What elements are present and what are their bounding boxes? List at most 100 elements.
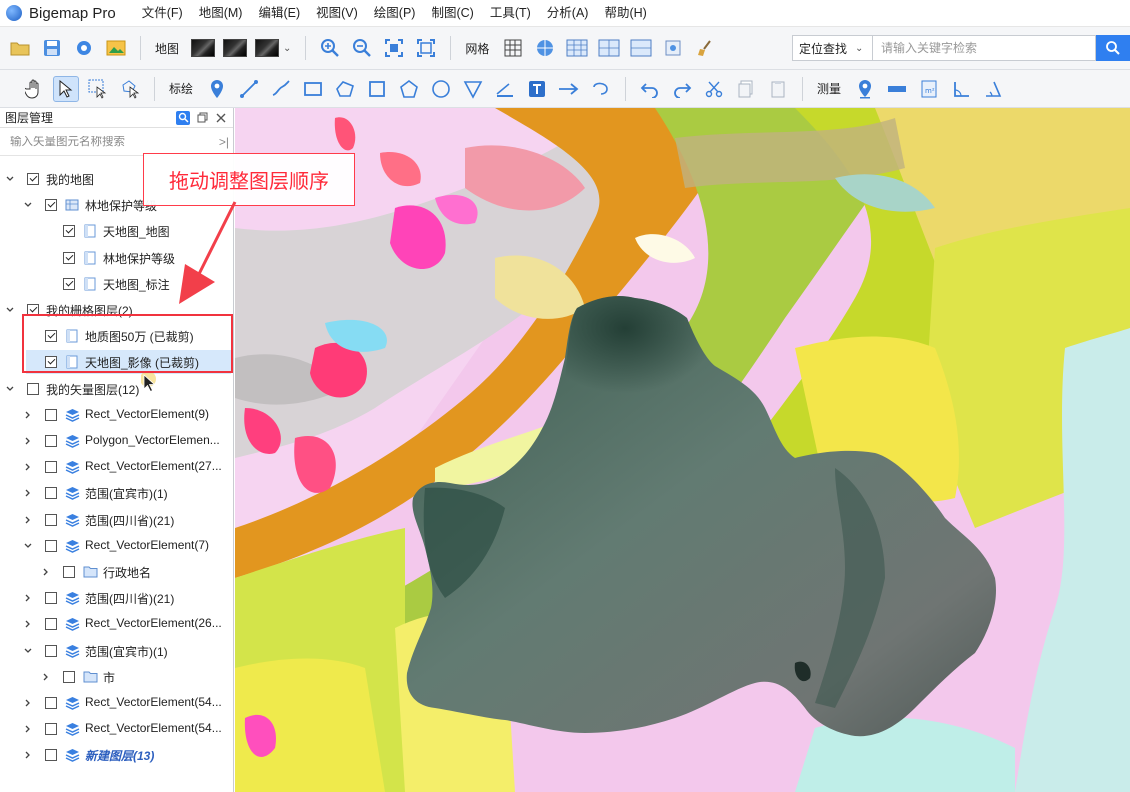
search-mode-dropdown[interactable]: 定位查找 ⌄ [793,36,873,60]
map-source-dropdown[interactable]: ⌄ [283,43,291,54]
pentagon-tool-button[interactable] [396,76,422,102]
clear-button[interactable] [692,35,718,61]
measure-angle-button[interactable] [948,76,974,102]
chevron-right-icon[interactable] [23,488,33,498]
map-source-1-button[interactable] [190,35,216,61]
layer-visibility-checkbox[interactable] [45,461,57,474]
rectangle-tool-button[interactable] [300,76,326,102]
text-tool-button[interactable] [524,76,550,102]
zoom-extent-button[interactable] [381,35,407,61]
chevron-down-icon[interactable] [23,200,33,210]
chevron-right-icon[interactable] [23,593,33,603]
search-input[interactable] [873,41,1095,55]
chevron-right-icon[interactable] [23,698,33,708]
panel-close-button[interactable] [214,111,228,125]
measure-bearing-button[interactable] [980,76,1006,102]
layer-visibility-checkbox[interactable] [45,513,57,526]
chevron-right-icon[interactable] [23,724,33,734]
layer-tree-row[interactable]: 市 [0,665,233,689]
paste-button[interactable] [765,76,791,102]
menu-cartography[interactable]: 制图(C) [423,0,481,27]
utm-grid-button[interactable] [532,35,558,61]
chevron-down-icon[interactable] [23,541,33,551]
measure-area-button[interactable] [492,76,518,102]
zoom-in-button[interactable] [317,35,343,61]
layer-tree-row[interactable]: Rect_VectorElement(9) [0,403,233,427]
layer-visibility-checkbox[interactable] [63,566,75,578]
marker-tool-button[interactable] [204,76,230,102]
pan-tool-button[interactable] [21,76,47,102]
menu-edit[interactable]: 编辑(E) [250,0,308,27]
geologic-map-canvas[interactable] [235,108,1130,792]
layer-visibility-checkbox[interactable] [63,251,75,264]
cut-button[interactable] [701,76,727,102]
chevron-right-icon[interactable] [23,462,33,472]
layer-visibility-checkbox[interactable] [27,382,39,395]
full-extent-button[interactable] [413,35,439,61]
square-tool-button[interactable] [364,76,390,102]
menu-file[interactable]: 文件(F) [134,0,191,27]
chevron-right-icon[interactable] [23,410,33,420]
layer-visibility-checkbox[interactable] [45,644,57,657]
menu-help[interactable]: 帮助(H) [596,0,654,27]
layer-tree-row[interactable]: Rect_VectorElement(54... [0,717,233,741]
layer-visibility-checkbox[interactable] [45,539,57,552]
chevron-right-icon[interactable] [23,619,33,629]
map-layer-button[interactable] [660,35,686,61]
line-tool-button[interactable] [236,76,262,102]
layer-visibility-checkbox[interactable] [63,670,75,683]
map-source-3-button[interactable] [254,35,280,61]
undo-button[interactable] [637,76,663,102]
menu-analysis[interactable]: 分析(A) [539,0,597,27]
layer-tree-row[interactable]: 范围(宜宾市)(1) [0,481,233,505]
layer-tree-row[interactable]: Rect_VectorElement(26... [0,612,233,636]
panel-search-button[interactable] [176,110,190,125]
layer-tree-row[interactable]: Rect_VectorElement(7) [0,534,233,558]
save-button[interactable] [39,35,65,61]
menu-map[interactable]: 地图(M) [191,0,251,27]
freehand-tool-button[interactable] [268,76,294,102]
settings-button[interactable] [71,35,97,61]
copy-button[interactable] [733,76,759,102]
select-tool-button[interactable] [53,75,79,102]
layer-visibility-checkbox[interactable] [45,592,57,605]
chevron-down-icon[interactable] [5,384,15,394]
layer-visibility-checkbox[interactable] [45,487,57,500]
open-folder-button[interactable] [7,35,33,61]
polygon-tool-button[interactable] [332,76,358,102]
chevron-right-icon[interactable] [23,750,33,760]
sector-tool-button[interactable] [460,76,486,102]
layer-visibility-checkbox[interactable] [45,199,57,212]
map-view[interactable] [235,108,1130,792]
layer-tree-row[interactable]: 新建图层(13) [0,743,233,767]
layer-tree-row[interactable]: Polygon_VectorElemen... [0,429,233,453]
layer-tree-row[interactable]: 范围(四川省)(21) [0,586,233,610]
circle-tool-button[interactable] [428,76,454,102]
export-image-button[interactable] [103,35,129,61]
box-select-button[interactable] [85,76,111,102]
layer-tree-row[interactable]: Rect_VectorElement(54... [0,691,233,715]
chevron-right-icon[interactable] [23,436,33,446]
redo-button[interactable] [669,76,695,102]
layer-visibility-checkbox[interactable] [45,723,57,736]
layer-tree-row[interactable]: Rect_VectorElement(27... [0,455,233,479]
measure-point-button[interactable] [852,76,878,102]
layer-visibility-checkbox[interactable] [63,277,75,290]
map-source-2-button[interactable] [222,35,248,61]
layer-visibility-checkbox[interactable] [45,749,57,762]
mapsheet-2-button[interactable] [596,35,622,61]
collapse-panel-button[interactable]: >| [219,135,229,149]
mgrs-button[interactable] [628,35,654,61]
layer-tree-row[interactable]: 范围(四川省)(21) [0,508,233,532]
layer-tree-row[interactable]: 我的矢量图层(12) [0,377,233,401]
chevron-down-icon[interactable] [5,174,15,184]
layer-visibility-checkbox[interactable] [27,173,39,185]
panel-float-button[interactable] [195,111,209,125]
layer-tree-row[interactable]: 行政地名 [0,560,233,584]
mapsheet-1-button[interactable] [564,35,590,61]
chevron-right-icon[interactable] [41,567,51,577]
zoom-out-button[interactable] [349,35,375,61]
measure-area-m2-button[interactable]: m² [916,76,942,102]
chevron-right-icon[interactable] [23,515,33,525]
layer-visibility-checkbox[interactable] [45,408,57,421]
